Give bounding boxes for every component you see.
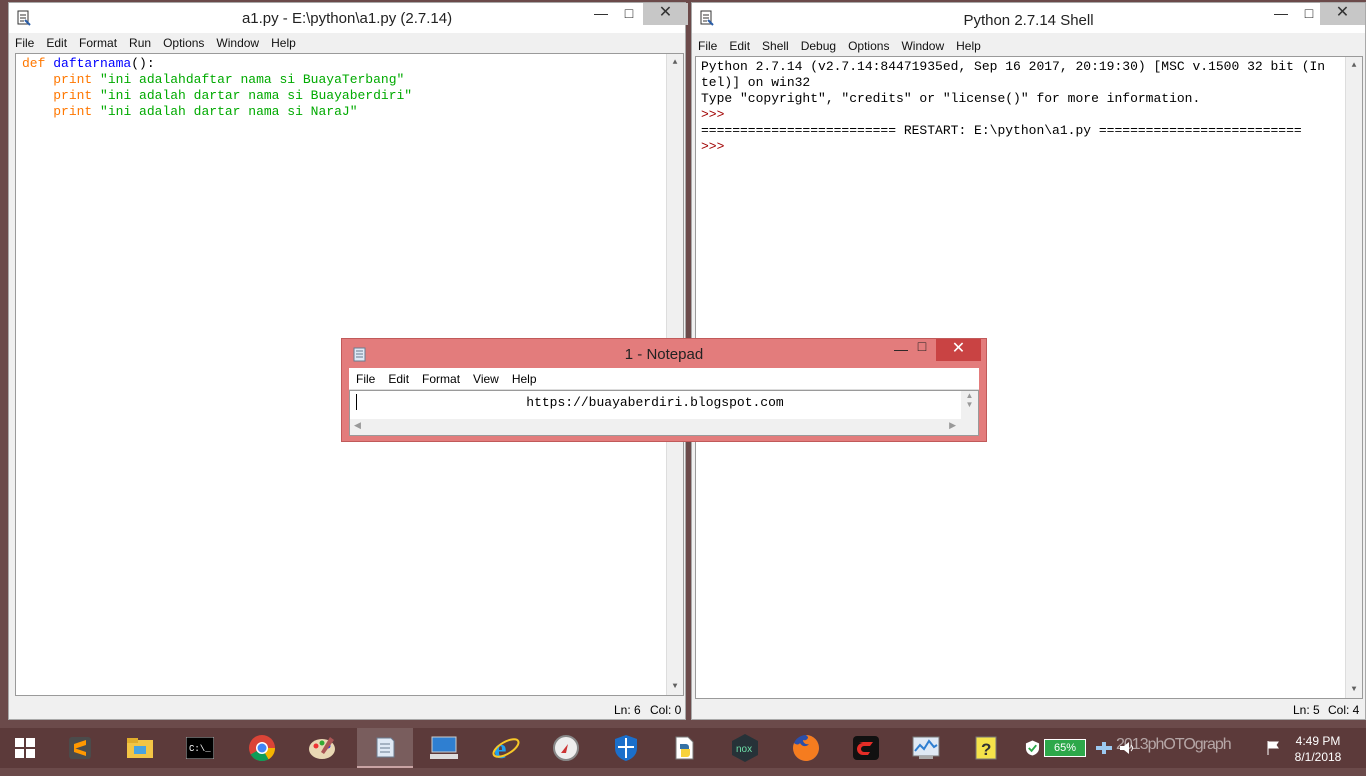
- internet-explorer-icon[interactable]: e: [478, 728, 534, 768]
- line-indicator: Ln: 6: [614, 703, 641, 717]
- menu-view[interactable]: View: [466, 368, 505, 386]
- system-clock[interactable]: 4:49 PM 8/1/2018: [1288, 733, 1348, 765]
- shell-vertical-scrollbar[interactable]: ▲ ▼: [1345, 57, 1362, 698]
- python-idle-icon[interactable]: [657, 728, 713, 768]
- notepad-text-area[interactable]: https://buayaberdiri.blogspot.com ▲ ▼ ◀ …: [349, 390, 979, 436]
- menu-file[interactable]: File: [349, 368, 381, 386]
- close-button[interactable]: ✕: [643, 3, 688, 25]
- notepad-window: 1 - Notepad — □ ✕ File Edit Format View Help…: [341, 338, 987, 442]
- shell-line: Python 2.7.14 (v2.7.14:84471935ed, Sep 1…: [701, 59, 1326, 74]
- editor-titlebar[interactable]: a1.py - E:\python\a1.py (2.7.14) — □ ✕: [9, 3, 688, 33]
- code-line: print "ini adalahdaftar nama si BuayaTer…: [53, 72, 405, 87]
- editor-menubar: File Edit Format Run Options Window Help: [9, 33, 685, 53]
- start-button[interactable]: [0, 728, 50, 768]
- help-icon[interactable]: ?: [958, 728, 1014, 768]
- maximize-button[interactable]: □: [908, 336, 936, 358]
- close-button[interactable]: ✕: [1320, 3, 1365, 25]
- scroll-left-icon[interactable]: ◀: [354, 420, 361, 431]
- battery-indicator[interactable]: 65%: [1044, 739, 1086, 757]
- column-indicator: Col: 0: [650, 703, 682, 717]
- maximize-button[interactable]: □: [1295, 3, 1323, 25]
- menu-help[interactable]: Help: [950, 36, 987, 53]
- menu-format[interactable]: Format: [415, 368, 466, 386]
- code-line: print "ini adalah dartar nama si NaraJ": [53, 104, 358, 119]
- taskbar: C:\_ e nox ? 65% 2013phOTOgraph 4:49 PM …: [0, 728, 1366, 768]
- command-prompt-icon[interactable]: C:\_: [172, 728, 228, 768]
- menu-edit[interactable]: Edit: [40, 33, 73, 50]
- firefox-icon[interactable]: [778, 728, 834, 768]
- close-button[interactable]: ✕: [936, 339, 981, 361]
- garena-icon[interactable]: [838, 728, 894, 768]
- menu-debug[interactable]: Debug: [795, 36, 842, 53]
- chrome-icon[interactable]: [234, 728, 290, 768]
- paint-icon[interactable]: [294, 728, 350, 768]
- scroll-down-icon[interactable]: ▼: [1346, 681, 1362, 698]
- code-line: def daftarnama():: [22, 56, 155, 71]
- windows-defender-icon[interactable]: [598, 728, 654, 768]
- windows-logo-icon: [15, 738, 35, 758]
- notepad-vertical-scrollbar[interactable]: ▲ ▼: [961, 391, 978, 419]
- menu-options[interactable]: Options: [842, 36, 895, 53]
- shell-menubar: File Edit Shell Debug Options Window Help: [692, 36, 1365, 56]
- menu-edit[interactable]: Edit: [381, 368, 415, 386]
- menu-edit[interactable]: Edit: [723, 36, 756, 53]
- column-indicator: Col: 4: [1328, 703, 1360, 717]
- editor-statusbar: Ln: 6 Col: 0: [9, 699, 685, 719]
- menu-shell[interactable]: Shell: [756, 36, 795, 53]
- notepad-content: https://buayaberdiri.blogspot.com: [526, 395, 784, 410]
- clock-time: 4:49 PM: [1295, 734, 1341, 748]
- nox-player-icon[interactable]: nox: [717, 728, 773, 768]
- shell-prompt: >>>: [701, 107, 733, 122]
- maximize-button[interactable]: □: [615, 3, 643, 25]
- clock-date: 8/1/2018: [1294, 750, 1342, 764]
- remote-desktop-icon[interactable]: [416, 728, 472, 768]
- compass-icon[interactable]: [538, 728, 594, 768]
- editor-title: a1.py - E:\python\a1.py (2.7.14): [241, 10, 453, 27]
- file-explorer-icon[interactable]: [112, 728, 168, 768]
- svg-text:nox: nox: [736, 744, 752, 755]
- menu-run[interactable]: Run: [123, 33, 157, 50]
- svg-text:C:\_: C:\_: [189, 744, 211, 754]
- scroll-up-icon[interactable]: ▲: [1346, 57, 1362, 74]
- shell-prompt: >>>: [701, 139, 733, 154]
- shell-statusbar: Ln: 5 Col: 4: [692, 699, 1365, 719]
- scroll-right-icon[interactable]: ▶: [949, 420, 956, 431]
- notepad-taskbar-icon[interactable]: [357, 728, 413, 768]
- menu-file[interactable]: File: [692, 36, 723, 53]
- shell-restart-line: ========================= RESTART: E:\py…: [701, 123, 1302, 138]
- shell-line: Type "copyright", "credits" or "license(…: [701, 91, 1201, 106]
- task-manager-icon[interactable]: [898, 728, 954, 768]
- scroll-down-icon[interactable]: ▼: [961, 400, 978, 409]
- menu-options[interactable]: Options: [157, 33, 210, 50]
- svg-text:?: ?: [981, 740, 991, 759]
- minimize-button[interactable]: —: [587, 3, 615, 25]
- menu-window[interactable]: Window: [210, 33, 265, 50]
- menu-file[interactable]: File: [9, 33, 40, 50]
- minimize-button[interactable]: —: [1267, 3, 1295, 25]
- scroll-up-icon[interactable]: ▲: [667, 54, 683, 71]
- notification-flag-icon[interactable]: [1265, 740, 1281, 756]
- security-shield-icon[interactable]: [1025, 739, 1040, 757]
- scroll-up-icon[interactable]: ▲: [961, 391, 978, 400]
- notepad-horizontal-scrollbar[interactable]: ◀ ▶: [350, 419, 978, 435]
- network-icon[interactable]: [1095, 740, 1113, 756]
- line-indicator: Ln: 5: [1293, 703, 1320, 717]
- shell-titlebar[interactable]: Python 2.7.14 Shell — □ ✕: [692, 3, 1365, 33]
- notepad-menubar: File Edit Format View Help: [349, 368, 979, 390]
- shell-line: tel)] on win32: [701, 75, 811, 90]
- scroll-down-icon[interactable]: ▼: [667, 678, 683, 695]
- sublime-text-icon[interactable]: [52, 728, 108, 768]
- menu-help[interactable]: Help: [265, 33, 302, 50]
- shell-title: Python 2.7.14 Shell: [963, 12, 1094, 29]
- code-line: print "ini adalah dartar nama si Buayabe…: [53, 88, 413, 103]
- menu-format[interactable]: Format: [73, 33, 123, 50]
- menu-window[interactable]: Window: [895, 36, 950, 53]
- menu-help[interactable]: Help: [505, 368, 543, 386]
- watermark-text: 2013phOTOgraph: [1116, 736, 1232, 753]
